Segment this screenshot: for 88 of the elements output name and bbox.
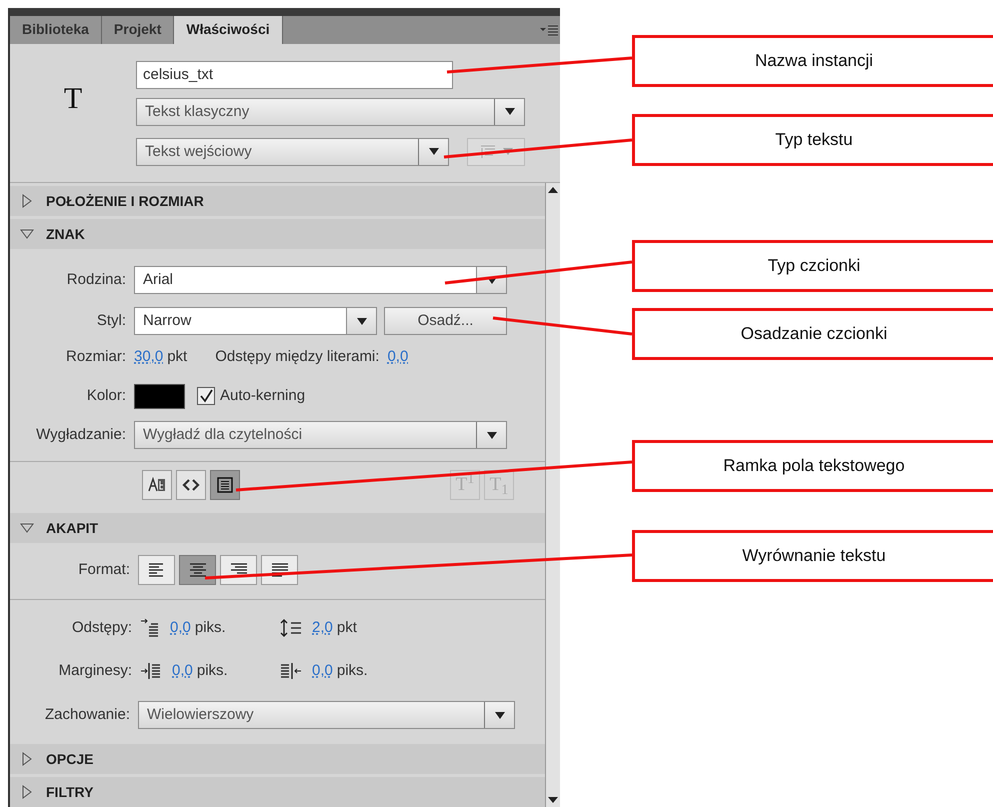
triangle-right-icon: [20, 194, 34, 208]
section-title: OPCJE: [46, 750, 94, 768]
section-title: AKAPIT: [46, 518, 98, 538]
section-header[interactable]: POŁOŻENIE I ROZMIAR: [10, 186, 545, 216]
field-label: Rodzina:: [66, 270, 127, 290]
field-label: Zachowanie:: [44, 704, 131, 725]
checkbox-label: Auto-kerning: [220, 386, 306, 406]
align-button[interactable]: [220, 555, 257, 585]
align-icon: [270, 562, 290, 578]
unit-label: piks.: [194, 618, 226, 638]
code-brackets-icon: [182, 478, 200, 492]
callout-label: Nazwa instancji: [632, 35, 993, 87]
antialias-dropdown[interactable]: Wygładź dla czytelności: [134, 421, 507, 449]
indent-icon: [140, 619, 160, 637]
check-icon: [199, 389, 213, 403]
scrollbar[interactable]: [545, 183, 560, 807]
tab[interactable]: Biblioteka: [10, 16, 102, 44]
section-title: ZNAK: [46, 224, 85, 244]
callout-label: Typ tekstu: [632, 114, 993, 166]
field-label: Format:: [77, 560, 131, 580]
text-type-dropdown[interactable]: Tekst wejściowy: [136, 138, 449, 166]
behavior-dropdown[interactable]: Wielowierszowy: [138, 701, 515, 729]
right-margin-icon: [280, 662, 302, 680]
dropdown-value: Tekst wejściowy: [144, 142, 253, 162]
text-orientation-icon: [479, 144, 497, 160]
toggle-button[interactable]: [210, 470, 240, 500]
caret-icon: [486, 432, 496, 438]
callout-label: Typ czcionki: [632, 240, 993, 292]
dropdown-value: Wygładź dla czytelności: [142, 424, 304, 445]
value-link[interactable]: 0,0: [172, 662, 193, 679]
unit-label: piks.: [336, 660, 368, 681]
field-label: Wygładzanie:: [35, 424, 127, 445]
value-link[interactable]: 30,0: [134, 346, 164, 368]
checkbox[interactable]: [197, 387, 215, 405]
font-style-field[interactable]: Narrow: [134, 307, 377, 335]
section-header[interactable]: AKAPIT: [10, 513, 545, 543]
triangle-right-icon: [20, 785, 34, 799]
field-label: Odstępy między literami:: [215, 346, 380, 367]
callout-label: Wyrównanie tekstu: [632, 530, 993, 582]
caret-icon: [356, 318, 366, 324]
triangle-right-icon: [20, 752, 34, 766]
align-button[interactable]: [179, 555, 216, 585]
dropdown-value: Tekst klasyczny: [144, 102, 250, 122]
dropdown-value: Narrow: [142, 310, 192, 331]
caret-icon: [503, 148, 513, 156]
left-margin-icon: [140, 662, 162, 680]
section-title: POŁOŻENIE I ROZMIAR: [46, 192, 204, 210]
text-engine-dropdown[interactable]: Tekst klasyczny: [136, 98, 525, 126]
field-label: Styl:: [96, 310, 127, 331]
embed-button[interactable]: Osadź...: [384, 307, 507, 335]
caret-icon: [504, 108, 514, 116]
value-link[interactable]: 0,0: [170, 619, 191, 636]
section-title: FILTRY: [46, 782, 94, 802]
field-label: Kolor:: [86, 386, 127, 406]
callout-label: Osadzanie czcionki: [632, 308, 993, 360]
unit-label: piks.: [196, 660, 228, 681]
align-button[interactable]: [138, 555, 175, 585]
ab-icon: [148, 477, 166, 493]
toggle-button[interactable]: [176, 470, 206, 500]
panel-menu-icon[interactable]: [540, 24, 558, 36]
caret-icon: [428, 148, 438, 156]
unit-label: pkt: [336, 618, 357, 638]
field-label: Odstępy:: [70, 618, 133, 638]
section-header[interactable]: OPCJE: [10, 744, 545, 774]
field-label: Marginesy:: [58, 660, 133, 681]
triangle-down-icon: [20, 227, 34, 241]
text-tool-symbol: T: [64, 84, 82, 114]
caret-icon: [494, 712, 504, 718]
tab[interactable]: Projekt: [102, 16, 174, 44]
toggle-button[interactable]: [142, 470, 172, 500]
tab[interactable]: Właściwości: [174, 16, 283, 44]
callout-label: Ramka pola tekstowego: [632, 440, 993, 492]
color-swatch[interactable]: [134, 384, 185, 408]
align-button[interactable]: [261, 555, 298, 585]
triangle-down-icon: [20, 521, 34, 535]
line-spacing-icon: [280, 619, 302, 637]
section-header[interactable]: ZNAK: [10, 219, 545, 249]
value-link[interactable]: 2,0: [312, 619, 333, 636]
field-label: Rozmiar:: [64, 346, 127, 367]
section-header[interactable]: FILTRY: [10, 777, 545, 807]
dropdown-value: Arial: [142, 270, 174, 290]
instance-name-field[interactable]: celsius_txt: [136, 60, 453, 89]
unit-label: pkt: [167, 346, 188, 367]
dropdown-value: Wielowierszowy: [146, 704, 255, 725]
align-icon: [188, 562, 208, 578]
value-link[interactable]: 0,0: [312, 662, 333, 679]
value-link[interactable]: 0,0: [387, 346, 408, 368]
bordered-lines-icon: [217, 477, 233, 493]
